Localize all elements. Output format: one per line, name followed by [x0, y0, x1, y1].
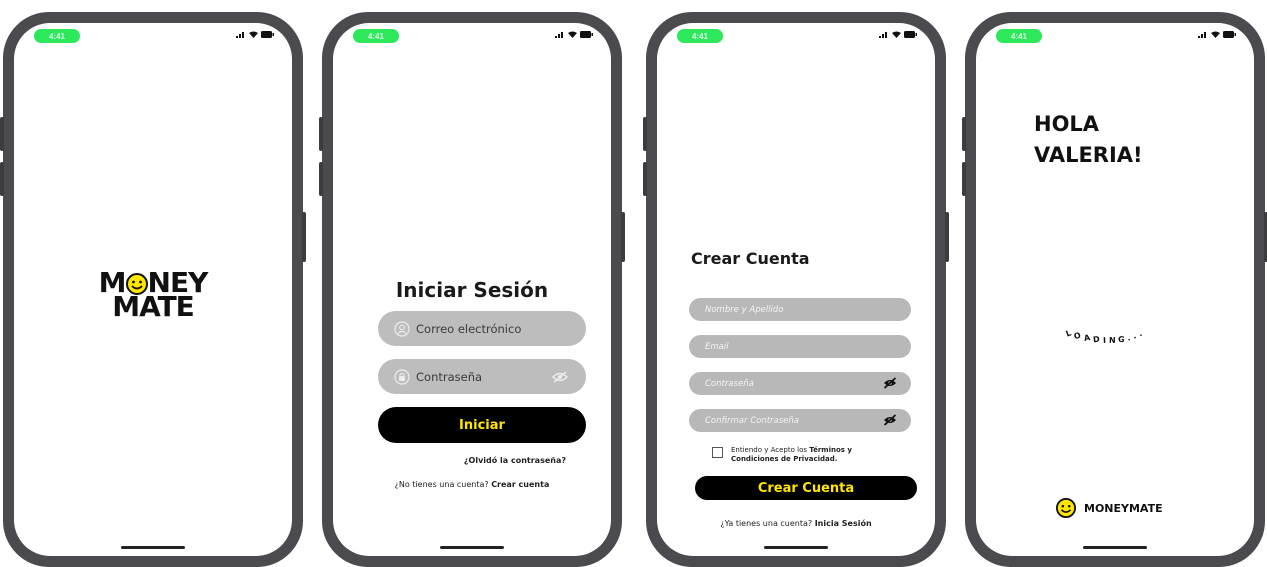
forgot-password-link[interactable]: ¿Olvidó la contraseña?: [464, 456, 566, 465]
status-time: 4:41: [353, 29, 399, 43]
phone-power-button: [621, 212, 625, 262]
phone-side-button: [643, 117, 647, 151]
home-screen: 4:41 HOLA VALERIA! LOA D I N G... MONEYMATE: [976, 23, 1254, 556]
terms-text: Entiendo y Acepto los Términos y Condici…: [731, 446, 852, 464]
terms-prefix: Entiendo y Acepto los: [731, 446, 808, 454]
phone-side-button: [319, 162, 323, 196]
signal-icon: [879, 32, 887, 38]
phone-register: 4:41 Crear Cuenta Nombre y Apellido Emai…: [643, 12, 949, 567]
status-icons: [555, 31, 593, 38]
smiley-icon: [1056, 498, 1076, 518]
home-indicator: [440, 546, 504, 549]
phone-side-button: [0, 162, 4, 196]
eye-off-icon[interactable]: [883, 414, 897, 426]
privacy-link[interactable]: Condiciones de Privacidad.: [731, 455, 837, 463]
splash-screen: 4:41 M NEY MATE: [14, 23, 292, 556]
eye-off-icon[interactable]: [552, 371, 568, 383]
loading-letter: G: [1117, 334, 1126, 345]
battery-icon: [261, 31, 274, 38]
wifi-icon: [249, 31, 258, 38]
name-field[interactable]: Nombre y Apellido: [689, 298, 911, 321]
password-placeholder: Contraseña: [416, 369, 483, 384]
password-field[interactable]: Contraseña: [689, 372, 911, 395]
signup-prompt-text: ¿No tienes una cuenta?: [394, 480, 489, 489]
name-placeholder: Nombre y Apellido: [705, 304, 784, 315]
brand-name: MONEYMATE: [1084, 501, 1163, 515]
login-link[interactable]: Inicia Sesión: [815, 519, 872, 528]
brand-footer: MONEYMATE: [1056, 498, 1163, 518]
login-button[interactable]: Iniciar: [378, 407, 586, 443]
greeting: HOLA VALERIA!: [1034, 109, 1143, 171]
wifi-icon: [568, 31, 577, 38]
loading-letter: L: [1064, 328, 1073, 339]
phone-home: 4:41 HOLA VALERIA! LOA D I N G... MONEYMATE: [962, 12, 1267, 567]
user-icon: [394, 320, 410, 337]
status-icons: [879, 31, 917, 38]
confirm-password-placeholder: Confirmar Contraseña: [705, 415, 800, 426]
phone-side-button: [962, 162, 966, 196]
loading-letter: A: [1083, 332, 1091, 344]
loading-letter: O: [1073, 330, 1083, 342]
phone-power-button: [302, 212, 306, 262]
home-indicator: [121, 546, 185, 549]
confirm-password-field[interactable]: Confirmar Contraseña: [689, 409, 911, 432]
password-placeholder: Contraseña: [705, 378, 754, 389]
status-icons: [1198, 31, 1236, 38]
wifi-icon: [1211, 31, 1220, 38]
phone-power-button: [945, 212, 949, 262]
loading-letter: N: [1108, 335, 1116, 346]
battery-icon: [904, 31, 917, 38]
phone-login: 4:41 Iniciar Sesión Correo electrónico C…: [319, 12, 625, 567]
loading-letter: .: [1138, 328, 1145, 339]
app-logo: M NEY MATE: [14, 269, 292, 323]
login-screen: 4:41 Iniciar Sesión Correo electrónico C…: [333, 23, 611, 556]
phone-splash: 4:41 M NEY MATE: [0, 12, 306, 567]
loading-letter: .: [1127, 333, 1132, 343]
signal-icon: [236, 32, 244, 38]
register-screen: 4:41 Crear Cuenta Nombre y Apellido Emai…: [657, 23, 935, 556]
phone-side-button: [0, 117, 4, 151]
status-time: 4:41: [996, 29, 1042, 43]
battery-icon: [1223, 31, 1236, 38]
loading-indicator: LOA D I N G...: [1064, 328, 1146, 345]
eye-off-icon[interactable]: [883, 377, 897, 389]
phone-side-button: [643, 162, 647, 196]
create-account-link[interactable]: Crear cuenta: [491, 480, 549, 489]
home-indicator: [764, 546, 828, 549]
loading-letter: D: [1092, 334, 1101, 345]
status-icons: [236, 31, 274, 38]
signup-prompt: ¿No tienes una cuenta? Crear cuenta: [333, 480, 611, 489]
password-field[interactable]: Contraseña: [378, 359, 586, 394]
wifi-icon: [892, 31, 901, 38]
greeting-line: HOLA: [1034, 112, 1100, 136]
loading-letter: .: [1132, 331, 1139, 341]
logo-text: MATE: [112, 290, 195, 323]
terms-checkbox[interactable]: [712, 447, 723, 458]
email-field[interactable]: Correo electrónico: [378, 311, 586, 346]
signal-icon: [555, 32, 563, 38]
battery-icon: [580, 31, 593, 38]
phone-side-button: [319, 117, 323, 151]
signal-icon: [1198, 32, 1206, 38]
page-title: Iniciar Sesión: [395, 278, 549, 302]
lock-icon: [394, 368, 410, 385]
email-placeholder: Correo electrónico: [416, 321, 522, 336]
terms-link[interactable]: Términos y: [809, 446, 852, 454]
login-prompt-text: ¿Ya tienes una cuenta?: [720, 519, 813, 528]
loading-letter: I: [1102, 335, 1106, 345]
create-account-button[interactable]: Crear Cuenta: [695, 476, 917, 500]
page-title: Crear Cuenta: [691, 249, 810, 268]
greeting-line: VALERIA!: [1034, 143, 1143, 167]
status-time: 4:41: [34, 29, 80, 43]
home-indicator: [1083, 546, 1147, 549]
email-field[interactable]: Email: [689, 335, 911, 358]
login-prompt: ¿Ya tienes una cuenta? Inicia Sesión: [657, 519, 935, 528]
terms-row: Entiendo y Acepto los Términos y Condici…: [712, 446, 852, 464]
email-placeholder: Email: [705, 341, 729, 352]
status-time: 4:41: [677, 29, 723, 43]
phone-side-button: [962, 117, 966, 151]
